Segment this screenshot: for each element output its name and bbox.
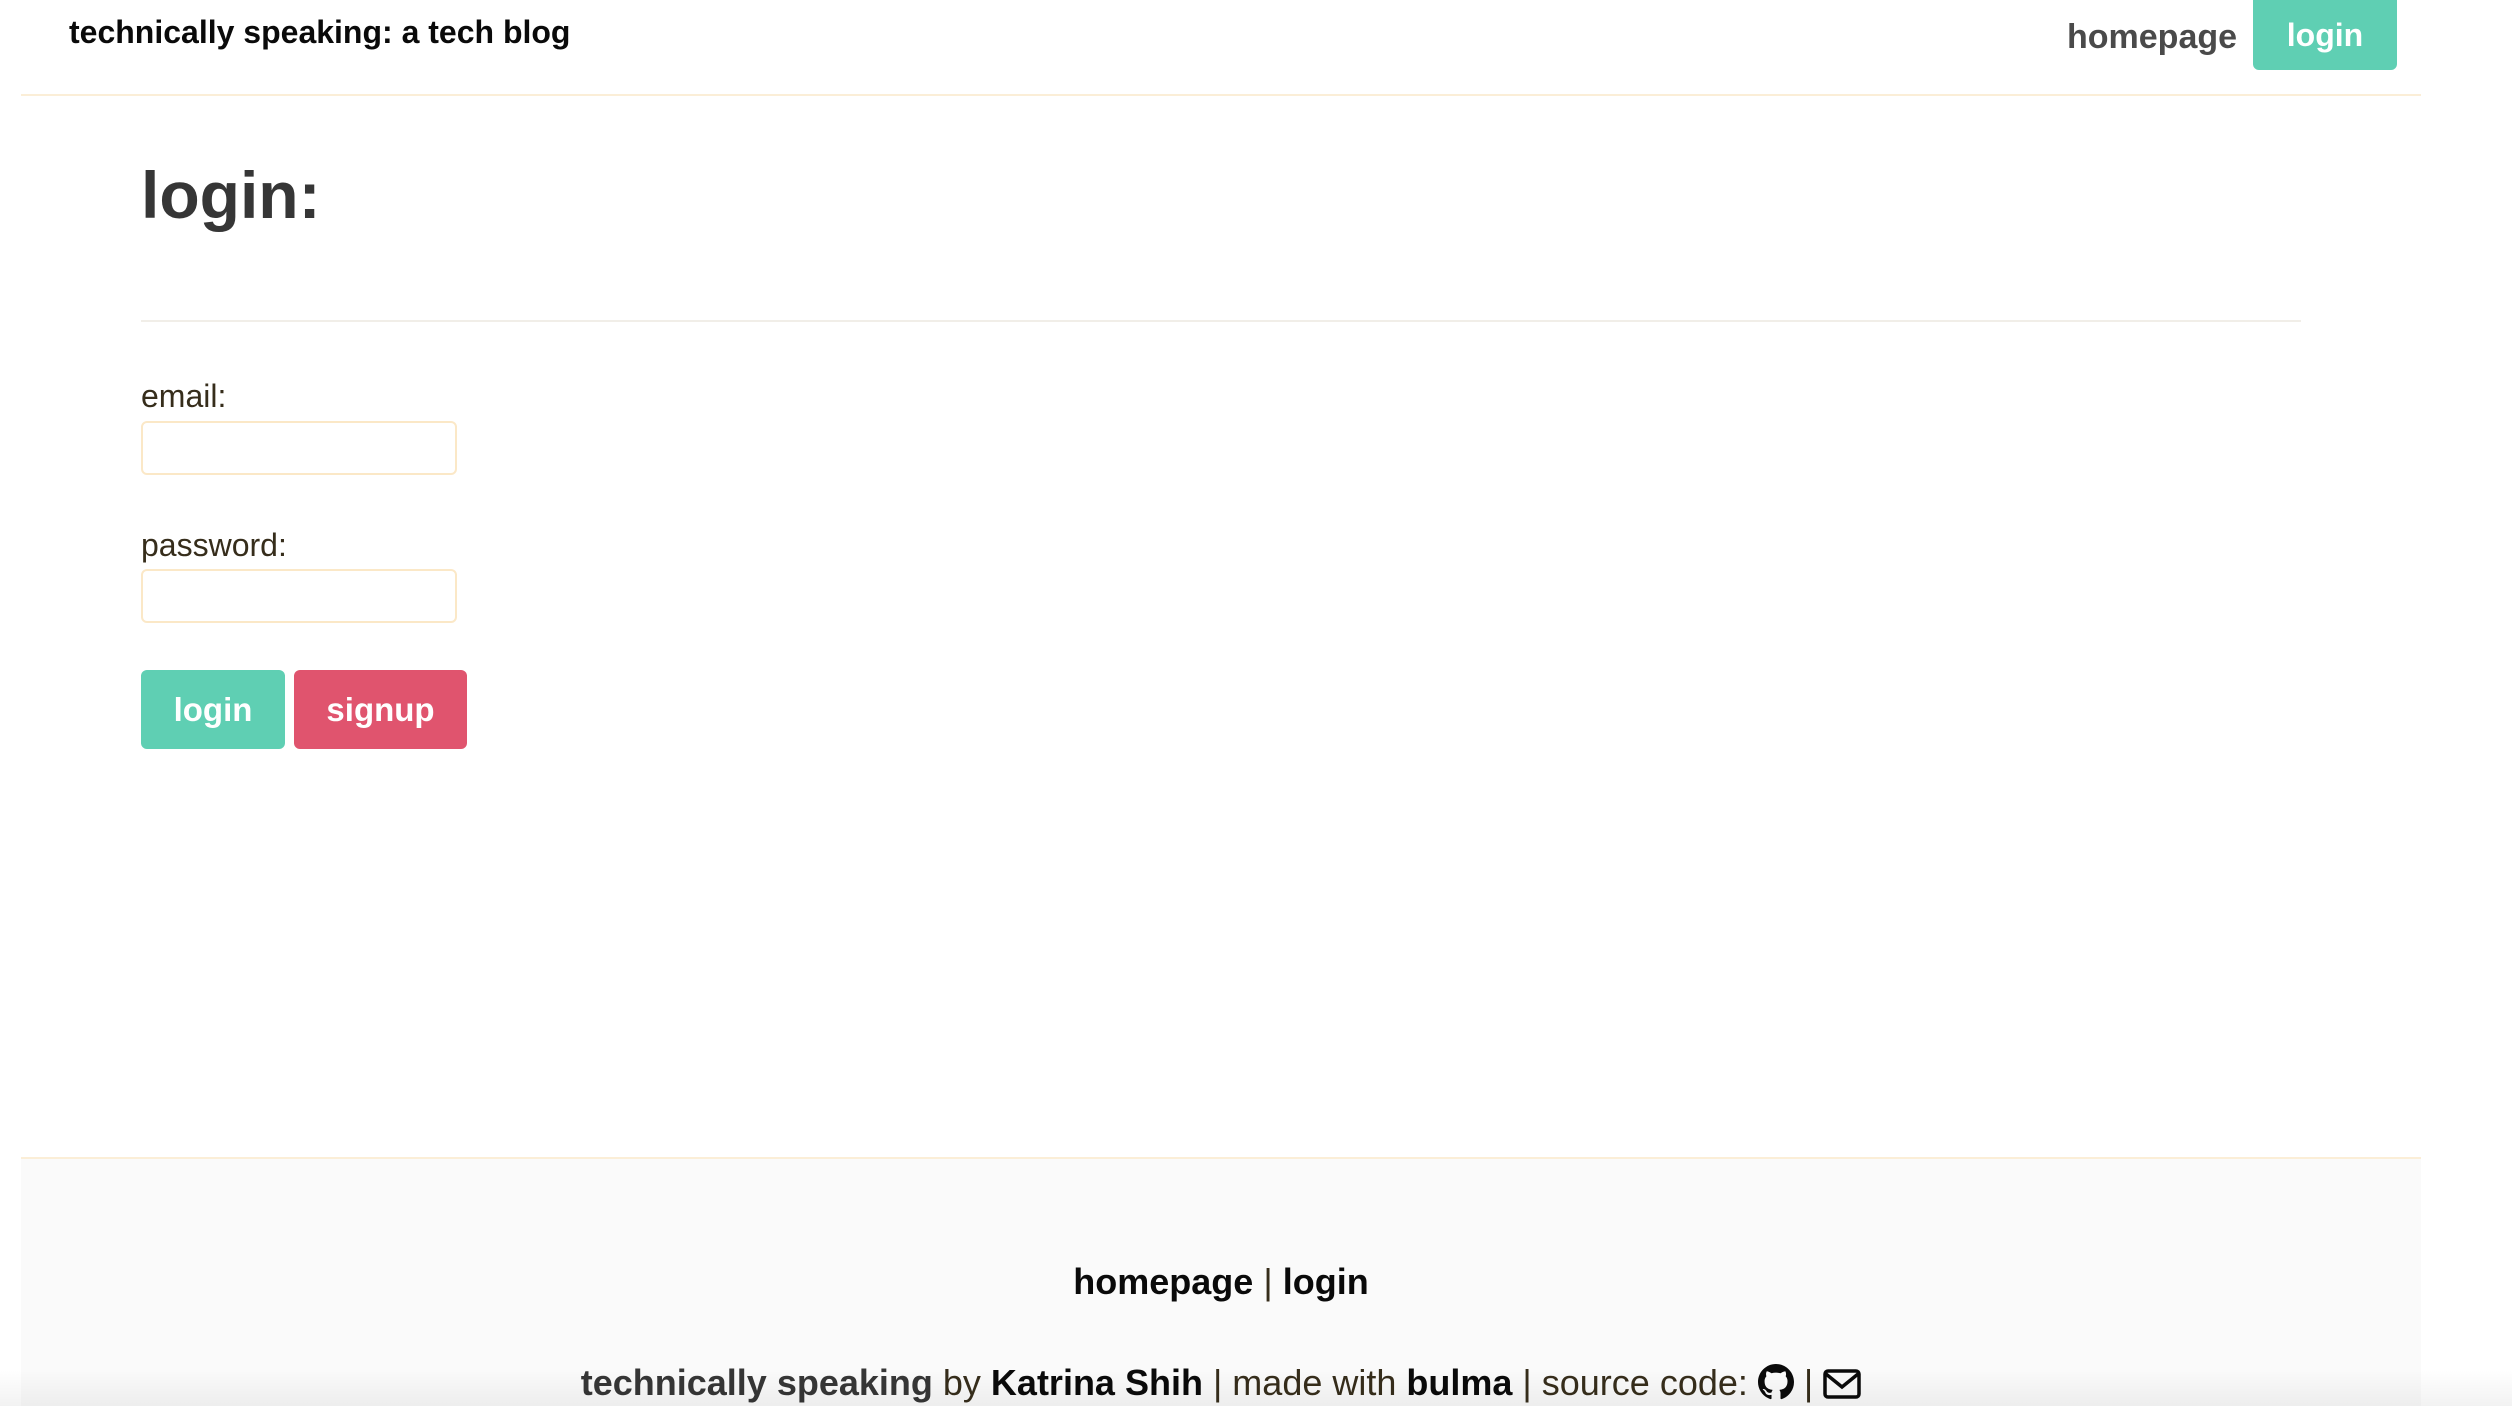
site-brand[interactable]: technically speaking: a tech blog — [69, 14, 570, 51]
nav-login-button[interactable]: login — [2253, 0, 2397, 70]
login-button[interactable]: login — [141, 670, 285, 749]
divider — [141, 320, 2301, 322]
footer-bulma-link[interactable]: bulma — [1406, 1362, 1512, 1403]
app-frame: technically speaking: a tech blog homepa… — [21, 0, 2421, 1406]
navbar: technically speaking: a tech blog homepa… — [21, 0, 2421, 96]
footer-login-link[interactable]: login — [1283, 1261, 1369, 1302]
footer-by-text: by — [932, 1362, 991, 1403]
footer-made-with-text: | made with — [1202, 1362, 1407, 1403]
password-field[interactable] — [141, 569, 457, 623]
footer-site-name: technically speaking — [580, 1362, 933, 1403]
page: technically speaking: a tech blog homepa… — [0, 0, 2512, 1406]
footer-homepage-link[interactable]: homepage — [1073, 1261, 1253, 1302]
footer: homepage | login technically speaking by… — [21, 1157, 2421, 1406]
footer-source-code-text: | source code: — [1512, 1362, 1758, 1403]
nav-homepage-link[interactable]: homepage — [2067, 18, 2237, 57]
email-label: email: — [141, 378, 227, 414]
footer-separator: | — [1263, 1261, 1273, 1302]
email-field[interactable] — [141, 421, 457, 475]
page-title: login: — [141, 158, 321, 232]
github-icon[interactable] — [1757, 1364, 1794, 1406]
signup-button[interactable]: signup — [294, 670, 467, 749]
footer-author-link[interactable]: Katrina Shih — [991, 1362, 1203, 1403]
footer-links: homepage | login — [21, 1261, 2421, 1303]
password-label: password: — [141, 527, 287, 563]
footer-credit: technically speaking by Katrina Shih | m… — [21, 1362, 2421, 1406]
footer-icon-separator: | — [1793, 1362, 1824, 1403]
envelope-icon[interactable] — [1823, 1367, 1861, 1406]
